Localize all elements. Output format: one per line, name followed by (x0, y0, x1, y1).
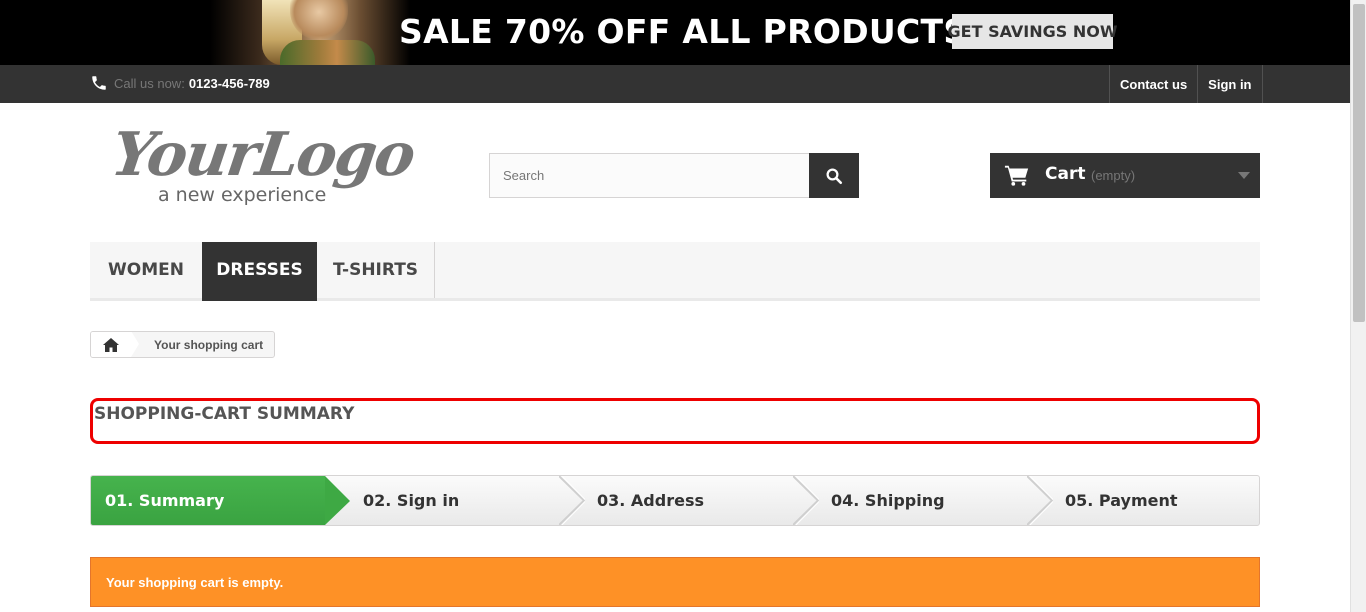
logo-tagline: a new experience (158, 184, 327, 206)
chevron-down-icon (1238, 172, 1250, 179)
search-bar (489, 153, 859, 198)
phone-info: Call us now: 0123-456-789 (90, 74, 270, 92)
logo-wordmark: YourLogo (107, 120, 418, 190)
step-address[interactable]: 03. Address (597, 476, 704, 525)
breadcrumb-separator (131, 332, 139, 357)
menu-item-dresses[interactable]: DRESSES (202, 242, 317, 301)
search-input[interactable] (489, 153, 810, 198)
step-shipping[interactable]: 04. Shipping (831, 476, 945, 525)
step-summary[interactable]: 01. Summary (91, 476, 325, 525)
banner-image-body (280, 40, 375, 65)
breadcrumb-home[interactable] (91, 332, 139, 357)
step-active-arrow (325, 476, 350, 525)
phone-icon (92, 76, 106, 90)
cart-button[interactable]: Cart (empty) (990, 153, 1260, 198)
scrollbar-thumb[interactable] (1353, 4, 1365, 322)
banner-headline: SALE 70% OFF ALL PRODUCTS (399, 12, 968, 51)
step-chevron (793, 476, 819, 525)
cart-status: (empty) (1091, 168, 1136, 183)
page-title: SHOPPING-CART SUMMARY (94, 404, 355, 424)
cart-icon (1004, 165, 1029, 186)
page-scrollbar[interactable] (1350, 0, 1366, 612)
phone-label: Call us now: (114, 75, 185, 91)
step-payment[interactable]: 05. Payment (1065, 476, 1178, 525)
home-icon (103, 337, 119, 352)
empty-cart-alert: Your shopping cart is empty. (90, 557, 1260, 607)
category-menu: WOMEN DRESSES T-SHIRTS (90, 242, 1260, 301)
checkout-steps: 01. Summary 02. Sign in 03. Address 04. … (90, 475, 1260, 526)
cart-label: Cart (1045, 164, 1086, 184)
step-chevron (1027, 476, 1053, 525)
sign-in-link[interactable]: Sign in (1197, 65, 1263, 103)
contact-us-link[interactable]: Contact us (1109, 65, 1197, 103)
menu-item-t-shirts[interactable]: T-SHIRTS (317, 242, 435, 298)
site-logo[interactable]: YourLogo a new experience (107, 120, 418, 210)
breadcrumb: Your shopping cart (90, 331, 276, 358)
get-savings-button[interactable]: GET SAVINGS NOW (948, 14, 1117, 49)
search-icon (826, 168, 843, 184)
step-chevron (559, 476, 585, 525)
step-sign-in[interactable]: 02. Sign in (363, 476, 459, 525)
breadcrumb-current: Your shopping cart (154, 337, 264, 352)
promo-banner[interactable]: SALE 70% OFF ALL PRODUCTS GET SAVINGS NO… (0, 0, 1350, 65)
top-nav-bar: Call us now: 0123-456-789 Contact us Sig… (0, 65, 1350, 103)
top-nav-links: Contact us Sign in (1109, 65, 1263, 103)
menu-item-women[interactable]: WOMEN (90, 242, 202, 298)
page-heading: SHOPPING-CART SUMMARY (90, 398, 1260, 444)
search-button[interactable] (809, 153, 859, 198)
phone-number: 0123-456-789 (188, 75, 270, 91)
